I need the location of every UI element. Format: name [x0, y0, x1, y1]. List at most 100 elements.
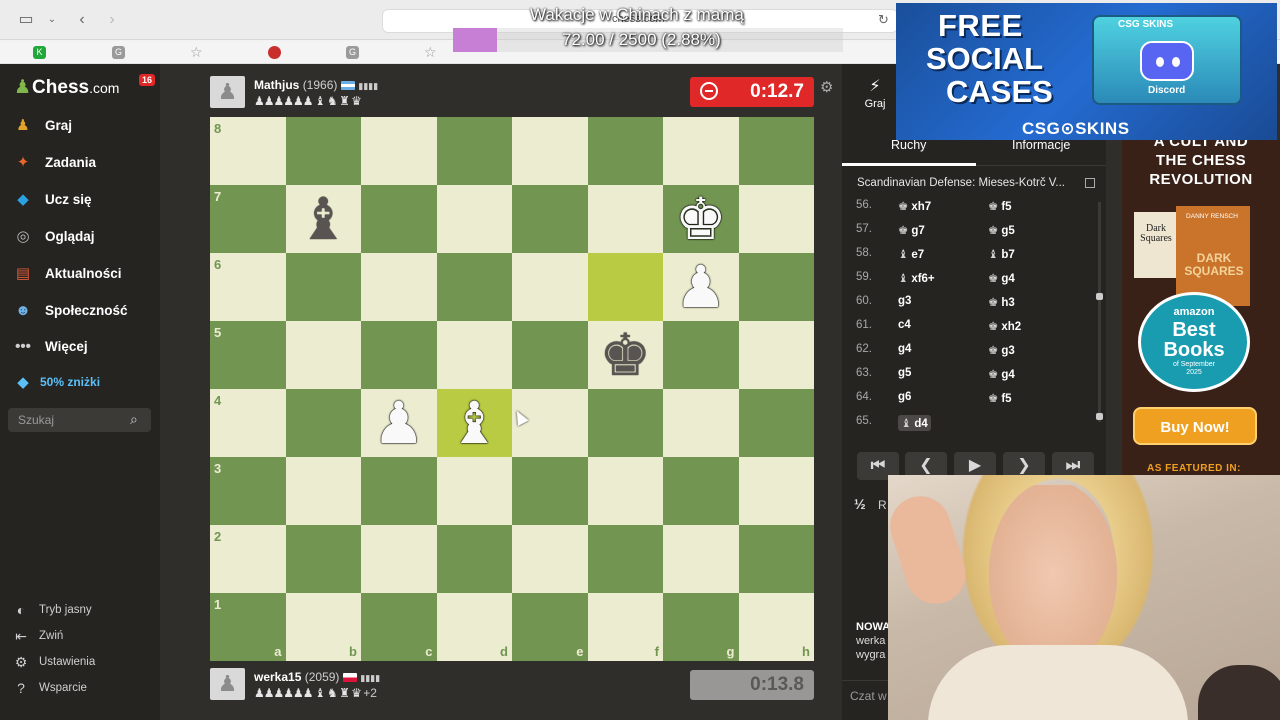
move-list-scrollbar[interactable] — [1098, 202, 1101, 422]
square-d3[interactable] — [436, 457, 512, 525]
back-icon[interactable]: ‹ — [72, 10, 92, 30]
square-d5[interactable] — [436, 321, 512, 389]
opening-book-icon[interactable] — [1085, 178, 1095, 188]
nav-learn[interactable]: ◆ Ucz się — [12, 187, 91, 211]
square-e5[interactable] — [512, 321, 588, 389]
book-ad[interactable]: A CULT AND THE CHESS REVOLUTION Dark Squ… — [1122, 140, 1280, 475]
square-h5[interactable] — [738, 321, 814, 389]
nav-puzzles[interactable]: ✦ Zadania — [12, 150, 96, 174]
bookmark-favicon[interactable]: G — [346, 46, 359, 59]
square-g2[interactable] — [663, 525, 739, 593]
tab-info[interactable]: Informacje — [1012, 138, 1070, 152]
square-f4[interactable] — [587, 389, 663, 457]
black-move[interactable]: ♚ f5 — [988, 391, 1012, 405]
square-d7[interactable] — [436, 185, 512, 253]
bookmark-favicon[interactable]: G — [112, 46, 125, 59]
nav-community[interactable]: ☻ Społeczność — [12, 298, 127, 322]
square-f2[interactable] — [587, 525, 663, 593]
square-a2[interactable]: 2 — [210, 525, 286, 593]
buy-now-button[interactable]: Buy Now! — [1133, 407, 1257, 445]
white-move[interactable]: ♚ xh7 — [898, 199, 931, 213]
square-b4[interactable] — [285, 389, 361, 457]
square-a6[interactable]: 6 — [210, 253, 286, 321]
square-f6[interactable] — [587, 253, 663, 321]
white-move[interactable]: g6 — [898, 391, 911, 403]
square-a8[interactable]: 8 — [210, 117, 286, 185]
nav-promo[interactable]: ◆ 50% zniżki — [12, 370, 100, 394]
black-move[interactable]: ♚ g4 — [988, 367, 1015, 381]
square-h3[interactable] — [738, 457, 814, 525]
white-move[interactable]: g3 — [898, 295, 911, 307]
square-e6[interactable] — [512, 253, 588, 321]
square-f1[interactable]: f — [587, 593, 663, 661]
forward-icon[interactable]: › — [102, 10, 122, 30]
square-c5[interactable] — [361, 321, 437, 389]
star-icon[interactable]: ☆ — [424, 44, 437, 61]
square-f7[interactable] — [587, 185, 663, 253]
board-settings-icon[interactable]: ⚙ — [820, 78, 833, 96]
white-move[interactable]: g4 — [898, 343, 911, 355]
nav-watch[interactable]: ◎ Oglądaj — [12, 224, 94, 248]
csgskins-ad[interactable]: FREE SOCIAL CASES CSG SKINS Discord CSG⊙… — [896, 3, 1277, 140]
square-g4[interactable] — [663, 389, 739, 457]
white-move[interactable]: g5 — [898, 367, 911, 379]
square-e7[interactable] — [512, 185, 588, 253]
square-e8[interactable] — [512, 117, 588, 185]
square-c6[interactable] — [361, 253, 437, 321]
bookmark-favicon[interactable]: K — [33, 46, 46, 59]
bottom-player-name[interactable]: werka15 (2059) ▮▮▮▮ — [254, 670, 380, 684]
square-h6[interactable] — [738, 253, 814, 321]
square-b1[interactable]: b — [285, 593, 361, 661]
square-c8[interactable] — [361, 117, 437, 185]
black-bishop[interactable]: ♝ — [286, 185, 362, 253]
square-e3[interactable] — [512, 457, 588, 525]
square-h4[interactable] — [738, 389, 814, 457]
draw-offer-label[interactable]: R — [878, 498, 887, 512]
bookmark-favicon[interactable] — [268, 46, 281, 59]
white-pawn[interactable]: ♟ — [663, 253, 739, 321]
chess-board[interactable]: 8 7 6 5 4 3 2 1 a b c d e f g h ♝ ♚ ♟ ♚ ♟ ♝ — [210, 117, 814, 661]
square-d1[interactable]: d — [436, 593, 512, 661]
nav-more[interactable]: ••• Więcej — [12, 334, 88, 358]
star-icon[interactable]: ☆ — [190, 44, 203, 61]
search-icon[interactable]: ⌕ — [130, 411, 138, 428]
square-d2[interactable] — [436, 525, 512, 593]
tab-moves[interactable]: Ruchy — [891, 138, 926, 152]
square-a5[interactable]: 5 — [210, 321, 286, 389]
square-a4[interactable]: 4 — [210, 389, 286, 457]
reload-icon[interactable]: ↻ — [878, 12, 889, 28]
square-g3[interactable] — [663, 457, 739, 525]
white-move[interactable]: ♝ e7 — [898, 247, 924, 261]
square-f3[interactable] — [587, 457, 663, 525]
square-b5[interactable] — [285, 321, 361, 389]
white-bishop[interactable]: ♝ — [437, 389, 513, 457]
white-pawn[interactable]: ♟ — [361, 389, 437, 457]
square-h7[interactable] — [738, 185, 814, 253]
black-move[interactable]: ♝ b7 — [988, 247, 1015, 261]
square-c7[interactable] — [361, 185, 437, 253]
chevron-down-icon[interactable]: ⌄ — [42, 10, 62, 30]
square-g8[interactable] — [663, 117, 739, 185]
square-a3[interactable]: 3 — [210, 457, 286, 525]
support-link[interactable]: ? Wsparcie — [12, 679, 87, 697]
black-king[interactable]: ♚ — [588, 321, 664, 389]
white-move[interactable]: ♚ g7 — [898, 223, 925, 237]
top-player-name[interactable]: Mathjus (1966) ▮▮▮▮ — [254, 78, 378, 92]
white-move[interactable]: c4 — [898, 319, 911, 331]
square-a1[interactable]: 1a — [210, 593, 286, 661]
white-king[interactable]: ♚ — [663, 185, 739, 253]
opening-name[interactable]: Scandinavian Defense: Mieses-Kotrč V... — [857, 177, 1097, 189]
white-move[interactable]: ♝ d4 — [898, 415, 931, 431]
black-move[interactable]: ♚ g5 — [988, 223, 1015, 237]
black-move[interactable]: ♚ g3 — [988, 343, 1015, 357]
square-b3[interactable] — [285, 457, 361, 525]
square-h8[interactable] — [738, 117, 814, 185]
draw-offer-icon[interactable]: ½ — [854, 496, 866, 512]
black-move[interactable]: ♚ g4 — [988, 271, 1015, 285]
square-d8[interactable] — [436, 117, 512, 185]
chess-logo[interactable]: ♟Chess.com — [14, 76, 119, 99]
square-b6[interactable] — [285, 253, 361, 321]
white-move[interactable]: ♝ xf6+ — [898, 271, 935, 285]
notification-badge[interactable]: 16 — [139, 74, 156, 86]
square-c2[interactable] — [361, 525, 437, 593]
